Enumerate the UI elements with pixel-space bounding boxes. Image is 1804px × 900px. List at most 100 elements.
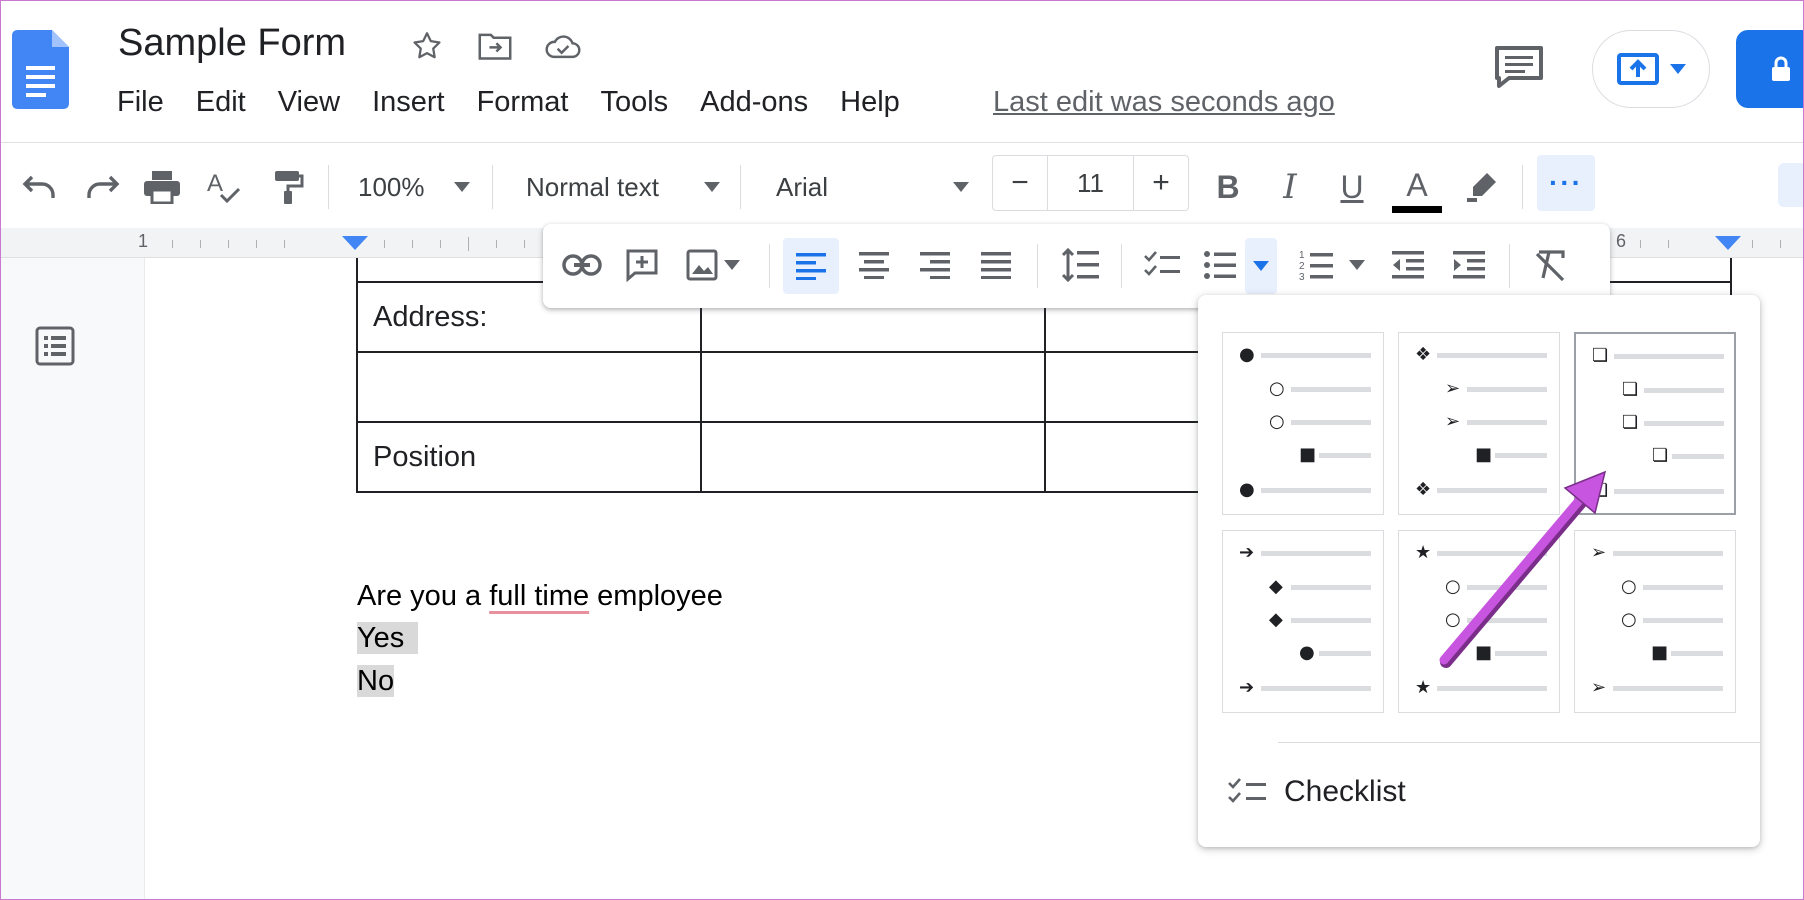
question-prefix: Are you a — [357, 580, 490, 612]
docs-logo-icon[interactable] — [12, 30, 69, 109]
menu-addons[interactable]: Add-ons — [700, 86, 808, 119]
chevron-down-icon[interactable] — [700, 165, 724, 209]
decrease-font-size-button[interactable]: − — [993, 156, 1047, 210]
placeholder-line — [1291, 420, 1371, 425]
menu-file[interactable]: File — [117, 86, 164, 119]
document-outline-icon[interactable] — [35, 326, 75, 366]
font-size-input[interactable]: 11 — [1047, 156, 1134, 210]
align-left-icon[interactable] — [783, 238, 839, 294]
bullet-glyph: ○ — [1621, 576, 1637, 597]
underline-button[interactable]: U — [1330, 165, 1374, 209]
italic-button[interactable]: I — [1268, 165, 1312, 209]
align-center-icon[interactable] — [851, 242, 897, 288]
menu-view[interactable]: View — [278, 86, 340, 119]
svg-text:3: 3 — [1299, 272, 1305, 281]
print-icon[interactable] — [140, 165, 184, 209]
paragraph-style-select[interactable]: Normal text — [526, 165, 686, 209]
right-indent-marker[interactable] — [1715, 236, 1741, 250]
justify-icon[interactable] — [973, 242, 1019, 288]
menu-edit[interactable]: Edit — [196, 86, 246, 119]
bullet-glyph: ➢ — [1591, 542, 1607, 563]
chevron-down-icon[interactable] — [1670, 64, 1686, 74]
checklist-icon[interactable] — [1139, 242, 1185, 288]
decrease-indent-icon[interactable] — [1385, 242, 1431, 288]
numbered-list-icon[interactable]: 123 — [1293, 242, 1339, 288]
bullet-glyph: ❏ — [1622, 412, 1639, 433]
table-cell[interactable] — [700, 351, 1046, 423]
present-button[interactable] — [1592, 30, 1710, 108]
question-suffix: employee — [589, 580, 723, 612]
placeholder-line — [1261, 353, 1371, 358]
chevron-down-icon[interactable] — [450, 165, 474, 209]
placeholder-line — [1261, 686, 1371, 691]
move-to-folder-icon[interactable] — [473, 24, 517, 68]
menu-format[interactable]: Format — [477, 86, 569, 119]
editing-mode-icon[interactable] — [1778, 163, 1804, 207]
font-size-control: − 11 + — [992, 155, 1189, 211]
chevron-down-icon[interactable] — [719, 242, 745, 288]
table-cell[interactable] — [700, 421, 1046, 493]
chevron-down-icon[interactable] — [949, 165, 973, 209]
star-icon[interactable] — [405, 24, 449, 68]
ruler-number: 6 — [1616, 231, 1627, 251]
bullet-glyph: ○ — [1621, 609, 1637, 630]
chevron-down-icon[interactable] — [1344, 242, 1370, 288]
placeholder-line — [1437, 488, 1547, 493]
bullet-options-dropdown[interactable] — [1245, 238, 1277, 294]
bullet-preset-arrow-diamond-disc[interactable]: ➔ ◆ ◆ ● ➔ — [1222, 530, 1384, 713]
bullet-preset-diamond-arrow[interactable]: ❖ ➢ ➢ ■ ❖ — [1398, 332, 1560, 515]
cloud-saved-icon[interactable] — [541, 24, 585, 68]
add-comment-icon[interactable] — [619, 242, 665, 288]
bullet-glyph: ★ — [1415, 542, 1432, 563]
table-cell[interactable] — [356, 351, 702, 423]
placeholder-line — [1495, 651, 1547, 656]
comment-history-icon[interactable] — [1493, 44, 1545, 90]
bullet-glyph: ★ — [1415, 677, 1432, 698]
clear-formatting-icon[interactable] — [1527, 242, 1573, 288]
question-text[interactable]: Are you a full time employee — [357, 580, 723, 613]
bullet-glyph: ● — [1239, 479, 1255, 500]
option-no[interactable]: No — [357, 665, 395, 698]
menu-help[interactable]: Help — [840, 86, 900, 119]
document-title[interactable]: Sample Form — [118, 22, 346, 65]
undo-icon[interactable] — [18, 165, 62, 209]
insert-link-icon[interactable] — [559, 242, 605, 288]
last-edit-link[interactable]: Last edit was seconds ago — [993, 86, 1335, 119]
bullet-preset-3d-box[interactable]: ❏ ❏ ❏ ❏ ❏ — [1574, 332, 1736, 515]
share-button[interactable] — [1736, 30, 1804, 108]
checklist-menu-item[interactable]: Checklist — [1228, 775, 1406, 809]
placeholder-line — [1495, 453, 1547, 458]
font-family-select[interactable]: Arial — [776, 165, 876, 209]
bullet-glyph: ○ — [1269, 411, 1285, 432]
bullet-preset-arrowhead-circle-square[interactable]: ➢ ○ ○ ■ ➢ — [1574, 530, 1736, 713]
highlight-color-icon[interactable] — [1460, 165, 1504, 209]
paint-format-icon[interactable] — [266, 165, 310, 209]
placeholder-line — [1643, 585, 1723, 590]
misspelled-word[interactable]: full time — [489, 580, 589, 612]
bullet-glyph: ❏ — [1592, 345, 1609, 366]
spellcheck-icon[interactable]: A — [202, 165, 246, 209]
bullet-glyph: ➢ — [1445, 411, 1461, 432]
menu-insert[interactable]: Insert — [372, 86, 445, 119]
bold-button[interactable]: B — [1206, 165, 1250, 209]
more-options-button[interactable]: ··· — [1537, 155, 1595, 211]
menu-tools[interactable]: Tools — [600, 86, 668, 119]
increase-font-size-button[interactable]: + — [1134, 156, 1188, 210]
bullet-glyph: ■ — [1299, 444, 1317, 465]
zoom-select[interactable]: 100% — [358, 165, 428, 209]
option-yes[interactable]: Yes — [357, 622, 419, 655]
align-right-icon[interactable] — [912, 242, 958, 288]
placeholder-line — [1614, 354, 1724, 359]
bullet-preset-star-circle-square[interactable]: ★ ○ ○ ■ ★ — [1398, 530, 1560, 713]
bullet-preset-disc-circle-square[interactable]: ● ○ ○ ■ ● — [1222, 332, 1384, 515]
table-cell-position-label[interactable]: Position — [356, 421, 702, 493]
increase-indent-icon[interactable] — [1446, 242, 1492, 288]
placeholder-line — [1437, 686, 1547, 691]
toolbar-divider — [1522, 165, 1523, 209]
text-color-button[interactable]: A — [1392, 165, 1442, 213]
bulleted-list-icon[interactable] — [1197, 242, 1243, 288]
redo-icon[interactable] — [80, 165, 124, 209]
selected-text-no: No — [357, 665, 395, 697]
left-indent-marker[interactable] — [342, 236, 368, 250]
line-spacing-icon[interactable] — [1057, 242, 1103, 288]
